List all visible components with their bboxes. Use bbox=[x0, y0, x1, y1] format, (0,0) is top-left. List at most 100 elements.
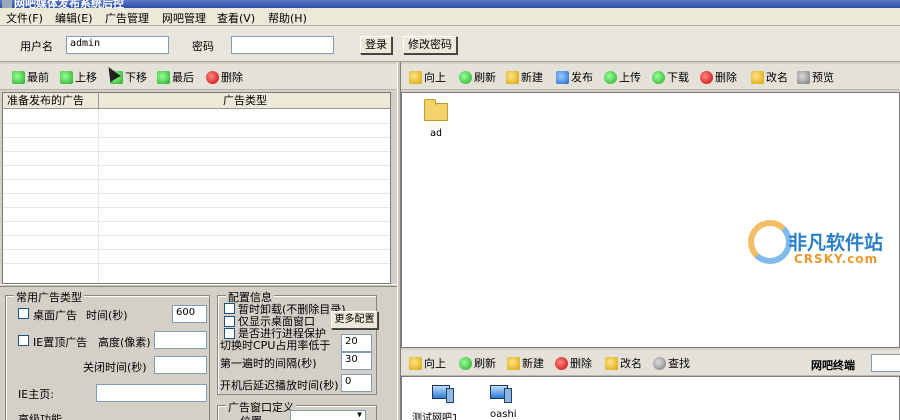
ad-window-definition-group: 广告窗口定义 位置 ▼ bbox=[217, 399, 377, 420]
position-label: 位置 bbox=[240, 413, 262, 420]
download-button[interactable]: 下载 bbox=[652, 69, 689, 85]
refresh-icon bbox=[459, 70, 472, 84]
terminal-item-label: 测试网吧1 bbox=[412, 413, 459, 420]
terminal-toolbar: 向上 刷新 新建 删除 改名 查找 网吧终端 bbox=[401, 350, 900, 376]
download-icon bbox=[652, 70, 665, 84]
first-interval-input[interactable]: 30 bbox=[341, 352, 372, 370]
folder-label: ad bbox=[430, 128, 443, 139]
publish-icon bbox=[556, 70, 569, 84]
ad-order-toolbar: 最前 上移 下移 最后 删除 bbox=[0, 64, 397, 90]
new-icon bbox=[507, 356, 520, 370]
rename-icon bbox=[751, 70, 764, 84]
terminal-selector[interactable] bbox=[871, 354, 900, 372]
move-first-button[interactable]: 最前 bbox=[12, 69, 49, 85]
delete-file-button[interactable]: 删除 bbox=[700, 69, 737, 85]
move-up-button[interactable]: 上移 bbox=[60, 69, 97, 85]
login-bar: 用户名 admin 密码 登录 修改密码 bbox=[0, 26, 900, 62]
menu-edit[interactable]: 编辑(E) bbox=[55, 10, 93, 26]
watermark-logo: 非凡软件站 CRSKY.com bbox=[748, 220, 898, 272]
new-icon bbox=[506, 70, 519, 84]
title-bar: 网吧媒体发布系统后控 bbox=[0, 0, 900, 8]
height-label: 高度(像素) bbox=[98, 336, 151, 349]
menu-ad-management[interactable]: 广告管理 bbox=[105, 10, 149, 26]
cpu-switch-input[interactable]: 20 bbox=[341, 334, 372, 352]
arrow-top-icon bbox=[12, 70, 25, 84]
preview-button[interactable]: 预览 bbox=[797, 69, 834, 85]
terminal-refresh-button[interactable]: 刷新 bbox=[459, 355, 496, 371]
username-label: 用户名 bbox=[20, 40, 53, 53]
advanced-label: 高级功能 bbox=[18, 413, 62, 420]
refresh-button[interactable]: 刷新 bbox=[459, 69, 496, 85]
more-config-button[interactable]: 更多配置 bbox=[331, 311, 378, 329]
preview-icon bbox=[797, 70, 810, 84]
desktop-ad-time-input[interactable]: 600 bbox=[172, 305, 207, 323]
username-input[interactable]: admin bbox=[66, 36, 169, 54]
refresh-icon bbox=[459, 356, 472, 370]
ie-top-ad-label: IE置顶广告 bbox=[33, 336, 88, 349]
ad-list[interactable]: 准备发布的广告 广告类型 bbox=[2, 92, 391, 284]
up-icon bbox=[409, 70, 422, 84]
ie-top-ad-checkbox[interactable] bbox=[18, 335, 29, 346]
chevron-down-icon: ▼ bbox=[357, 410, 362, 419]
menu-view[interactable]: 查看(V) bbox=[217, 10, 255, 26]
close-time-input[interactable] bbox=[154, 356, 207, 374]
ie-top-ad-height-input[interactable] bbox=[154, 331, 207, 349]
up-button[interactable]: 向上 bbox=[409, 69, 446, 85]
computer-icon bbox=[432, 385, 454, 403]
terminal-rename-button[interactable]: 改名 bbox=[605, 355, 642, 371]
ie-homepage-label: IE主页: bbox=[18, 388, 54, 401]
terminal-list[interactable]: 测试网吧1 oashi bbox=[401, 376, 900, 420]
horizontal-splitter[interactable] bbox=[0, 284, 397, 287]
desktop-only-checkbox[interactable] bbox=[224, 316, 235, 327]
terminal-new-button[interactable]: 新建 bbox=[507, 355, 544, 371]
change-password-button[interactable]: 修改密码 bbox=[403, 36, 457, 54]
new-button[interactable]: 新建 bbox=[506, 69, 543, 85]
upload-icon bbox=[604, 70, 617, 84]
move-last-button[interactable]: 最后 bbox=[157, 69, 194, 85]
password-label: 密码 bbox=[192, 40, 214, 53]
terminal-label: 网吧终端 bbox=[811, 359, 855, 372]
delete-ad-button[interactable]: 删除 bbox=[206, 69, 243, 85]
common-ad-types-group: 常用广告类型 桌面广告 时间(秒) 600 IE置顶广告 高度(像素) 关闭时间… bbox=[5, 289, 210, 420]
column-header-type[interactable]: 广告类型 bbox=[99, 93, 390, 109]
startup-delay-input[interactable]: 0 bbox=[341, 374, 372, 392]
desktop-ad-checkbox[interactable] bbox=[18, 308, 29, 319]
terminal-delete-button[interactable]: 删除 bbox=[555, 355, 592, 371]
menu-file[interactable]: 文件(F) bbox=[6, 10, 43, 26]
rename-icon bbox=[605, 356, 618, 370]
terminal-item-label: oashi bbox=[490, 409, 517, 420]
terminal-up-button[interactable]: 向上 bbox=[409, 355, 446, 371]
up-icon bbox=[409, 356, 422, 370]
publish-button[interactable]: 发布 bbox=[556, 69, 593, 85]
menu-netbar-management[interactable]: 网吧管理 bbox=[162, 10, 206, 26]
app-icon bbox=[2, 0, 12, 8]
search-icon bbox=[653, 356, 666, 370]
common-ad-types-title: 常用广告类型 bbox=[14, 289, 84, 305]
rename-button[interactable]: 改名 bbox=[751, 69, 788, 85]
password-input[interactable] bbox=[231, 36, 334, 54]
arrow-up-icon bbox=[60, 70, 73, 84]
column-header-ad[interactable]: 准备发布的广告 bbox=[3, 93, 99, 109]
watermark-name: 非凡软件站 bbox=[788, 232, 884, 254]
position-select[interactable]: ▼ bbox=[290, 410, 366, 420]
watermark-url: CRSKY.com bbox=[794, 252, 879, 266]
logo-swirl-icon bbox=[748, 220, 792, 264]
delete-icon bbox=[206, 70, 219, 84]
menu-help[interactable]: 帮助(H) bbox=[268, 10, 307, 26]
terminal-search-button[interactable]: 查找 bbox=[653, 355, 690, 371]
computer-icon bbox=[490, 385, 512, 403]
time-label: 时间(秒) bbox=[86, 309, 128, 322]
login-button[interactable]: 登录 bbox=[360, 36, 392, 54]
folder-icon bbox=[424, 99, 448, 121]
first-interval-label: 第一遍时的间隔(秒) bbox=[220, 357, 317, 370]
pause-unload-checkbox[interactable] bbox=[224, 303, 235, 314]
menu-bar: 文件(F) 编辑(E) 广告管理 网吧管理 查看(V) 帮助(H) bbox=[0, 8, 900, 26]
window-title: 网吧媒体发布系统后控 bbox=[14, 0, 124, 8]
column-divider bbox=[98, 109, 99, 283]
desktop-ad-label: 桌面广告 bbox=[33, 309, 77, 322]
upload-button[interactable]: 上传 bbox=[604, 69, 641, 85]
ie-homepage-input[interactable] bbox=[96, 384, 207, 402]
delete-icon bbox=[700, 70, 713, 84]
delete-icon bbox=[555, 356, 568, 370]
file-toolbar: 向上 刷新 新建 发布 上传 下载 删除 改名 预览 bbox=[401, 64, 900, 90]
